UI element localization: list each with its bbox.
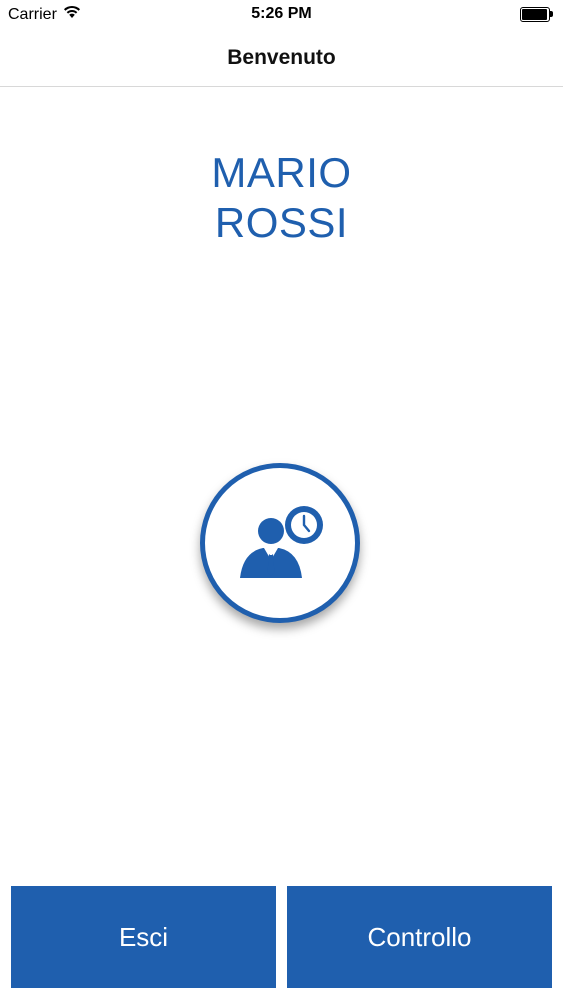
- page-title: Benvenuto: [227, 46, 336, 69]
- battery-icon: [520, 7, 554, 22]
- employee-clock-icon: [240, 506, 323, 578]
- exit-button[interactable]: Esci: [11, 886, 276, 988]
- app-screen: Carrier 5:26 PM Benvenuto MARIO ROSSI Es…: [0, 0, 563, 1000]
- exit-button-label: Esci: [118, 921, 169, 952]
- user-name: MARIO ROSSI: [0, 148, 563, 248]
- user-first-name: MARIO: [211, 149, 352, 196]
- check-button[interactable]: Controllo: [287, 886, 552, 988]
- status-bar: Carrier 5:26 PM: [0, 0, 563, 30]
- user-last-name: ROSSI: [214, 199, 349, 246]
- status-time: 5:26 PM: [251, 5, 312, 22]
- navigation-bar: Benvenuto: [0, 30, 563, 87]
- clock-in-button[interactable]: [200, 463, 360, 623]
- check-button-label: Controllo: [367, 921, 472, 952]
